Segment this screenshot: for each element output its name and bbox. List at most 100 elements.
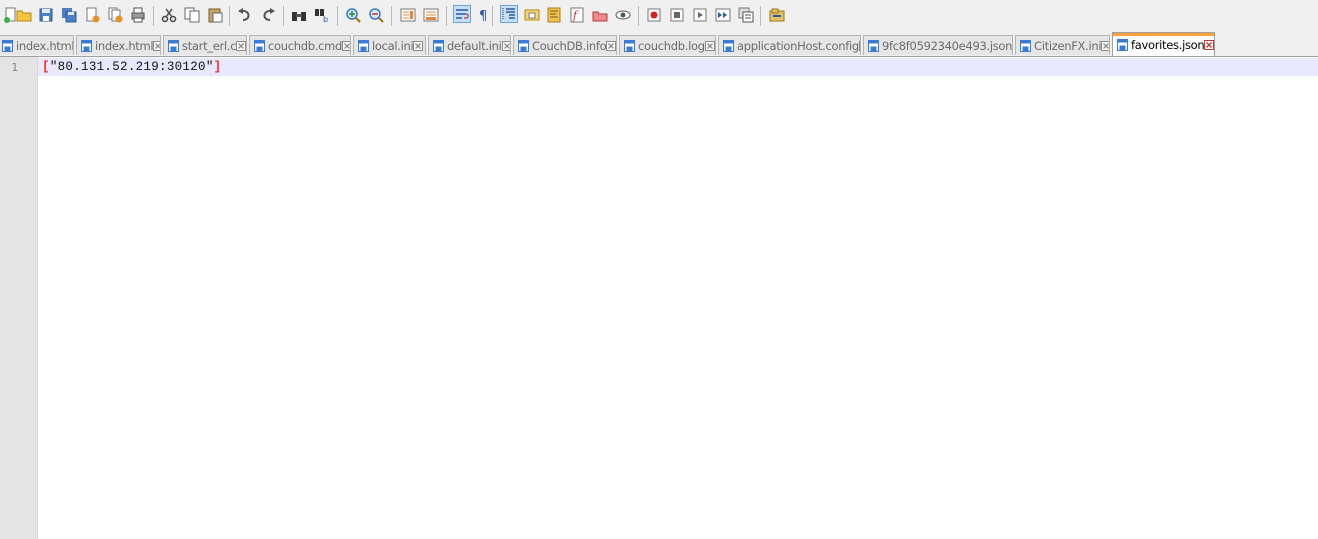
close-tab-icon[interactable] [1101,40,1110,51]
file-icon [1117,38,1128,51]
file-icon [868,39,879,52]
file-icon [2,39,13,52]
tab-bar: index.html index.html start_erl.c couchdb.c… [0,31,1318,57]
save-icon [39,8,53,22]
redo-button[interactable] [259,6,277,24]
close-all-button[interactable] [106,6,124,24]
tab-label: favorites.json [1131,37,1205,52]
run-macro-multiple-button[interactable] [714,6,732,24]
close-bracket: ] [213,60,222,74]
tab-applicationhost-config[interactable]: applicationHost.config [718,35,861,55]
toolbar-separator [229,6,230,26]
function-list-button[interactable]: f [568,6,586,24]
copy-button[interactable] [183,6,201,24]
close-tab-icon[interactable] [236,40,246,51]
folder-workspace-button[interactable] [591,6,609,24]
tab-label: local.ini [372,38,414,53]
tab-label: 9fc8f0592340e493.json [882,38,1013,53]
tab-couchdb-cmd[interactable]: couchdb.cmd [249,35,351,55]
save-macro-button[interactable] [737,6,755,24]
zoom-in-icon [346,8,361,23]
toolbar-separator [337,6,338,26]
close-tab-icon[interactable] [413,40,424,51]
sync-vertical-button[interactable] [399,6,417,24]
indent-guide-button[interactable] [500,5,518,23]
tab-favorites-json[interactable]: favorites.json [1112,32,1215,56]
text-editor[interactable]: ["80.131.52.219:30120"] [38,57,1318,539]
plugin-button[interactable] [768,6,786,24]
tab-index-html[interactable]: index.html [76,35,161,55]
close-tab-icon[interactable] [1012,41,1013,51]
run-macro-multiple-icon [715,8,731,22]
show-all-chars-button[interactable]: ¶ [475,6,493,24]
zoom-in-button[interactable] [344,6,362,24]
tab-couchdb-log[interactable]: couchdb.log [619,35,716,55]
tab-9fc8f0592340e493-json[interactable]: 9fc8f0592340e493.json [863,35,1013,55]
user-defined-lang-icon [524,9,540,21]
tab-label: index.html [16,38,74,53]
tab-label: CitizenFX.ini [1034,38,1102,53]
print-button[interactable] [129,6,147,24]
save-all-button[interactable] [60,6,78,24]
find-button[interactable] [290,6,308,24]
close-tab-icon[interactable] [1204,39,1214,50]
close-tab-icon[interactable] [342,40,351,51]
undo-button[interactable] [236,6,254,24]
close-tab-icon[interactable] [153,40,161,51]
tab-label: applicationHost.config [737,38,859,53]
tab-index-html[interactable]: index.html [0,35,74,55]
show-all-chars-icon: ¶ [479,9,487,23]
open-folder-button[interactable] [15,6,33,24]
file-icon [624,39,635,52]
file-icon [518,39,529,52]
function-list-icon: f [570,7,584,23]
toolbar-separator [638,6,639,26]
code-line[interactable]: ["80.131.52.219:30120"] [42,60,221,74]
svg-text:b: b [323,15,328,23]
close-button[interactable] [83,6,101,24]
undo-icon [238,8,250,21]
document-map-button[interactable] [545,6,563,24]
word-wrap-button[interactable] [453,5,471,23]
tab-label: default.ini [447,38,502,53]
replace-button[interactable]: b [313,6,331,24]
word-wrap-icon [456,9,469,19]
monitoring-button[interactable] [614,6,632,24]
toolbar-separator [446,6,447,26]
record-macro-button[interactable] [645,6,663,24]
tab-citizenfx-ini[interactable]: CitizenFX.ini [1015,35,1110,55]
close-icon [86,7,100,23]
sync-vertical-icon [400,8,416,22]
tab-label: index.html [95,38,154,53]
close-tab-icon[interactable] [704,40,715,51]
redo-icon [263,8,275,21]
paste-button[interactable] [206,6,224,24]
file-icon [81,39,92,52]
stop-record-icon [670,8,684,22]
tab-label: start_erl.c [182,38,237,53]
zoom-out-button[interactable] [367,6,385,24]
cut-button[interactable] [160,6,178,24]
file-icon [254,39,265,52]
close-tab-icon[interactable] [501,40,512,51]
toolbar-separator [153,6,154,26]
user-defined-lang-button[interactable] [523,6,541,24]
tab-local-ini[interactable]: local.ini [353,35,426,55]
tab-start-erl-c[interactable]: start_erl.c [163,35,247,55]
toolbar-separator [391,6,392,26]
stop-record-button[interactable] [668,6,686,24]
file-icon [358,39,369,52]
file-icon [723,39,734,52]
play-macro-button[interactable] [691,6,709,24]
file-icon [168,39,179,52]
sync-horizontal-button[interactable] [422,6,440,24]
close-tab-icon[interactable] [606,40,616,51]
close-tab-icon[interactable] [858,40,861,51]
tab-couchdb-info[interactable]: CouchDB.info [513,35,617,55]
toolbar: b ¶ f [0,0,1318,32]
line-number-gutter: 1 [0,57,38,539]
toolbar-separator [760,6,761,26]
tab-default-ini[interactable]: default.ini [428,35,511,55]
record-macro-icon [647,8,661,22]
save-button[interactable] [37,6,55,24]
